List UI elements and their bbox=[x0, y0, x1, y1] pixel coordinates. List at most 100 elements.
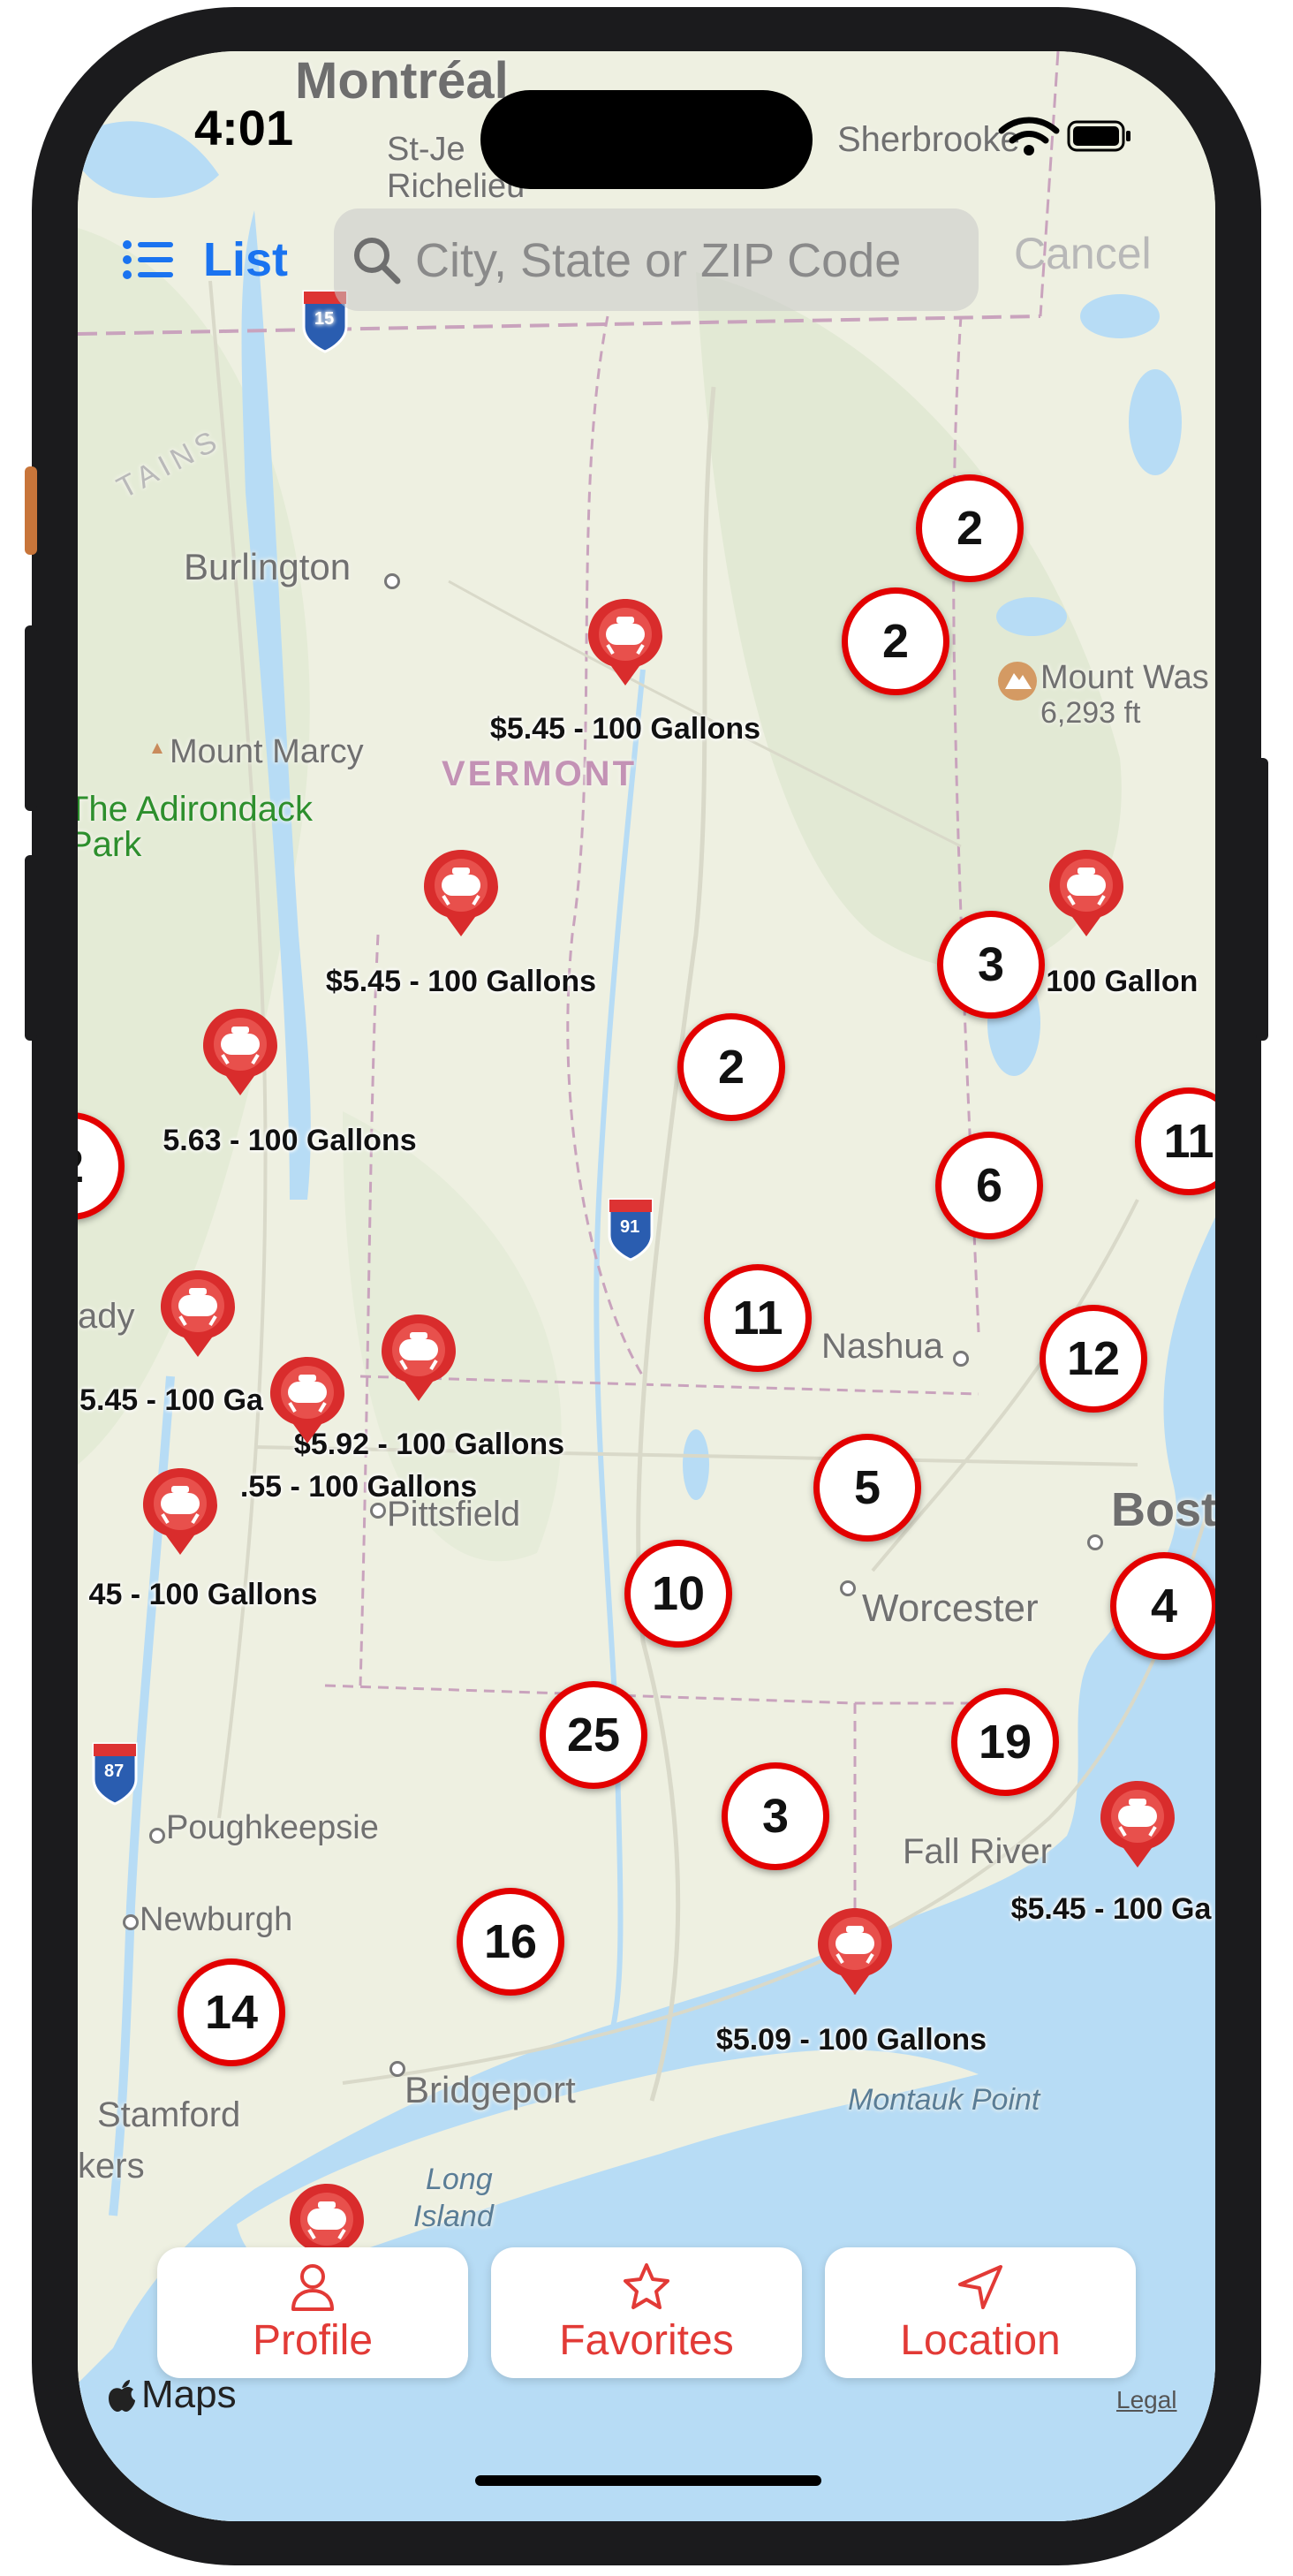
place-schenectady: ady bbox=[78, 1297, 135, 1336]
legal-link[interactable]: Legal bbox=[1116, 2386, 1177, 2414]
bottom-actions: Profile Favorites Location bbox=[78, 2247, 1215, 2389]
place-adirondack-park: Park bbox=[78, 825, 142, 864]
list-icon bbox=[123, 240, 173, 279]
worcester-dot bbox=[840, 1580, 856, 1596]
apple-icon bbox=[109, 2380, 135, 2412]
place-nashua: Nashua bbox=[821, 1327, 943, 1366]
cluster-marker[interactable]: 2 bbox=[916, 474, 1024, 582]
fuel-tank-pin[interactable] bbox=[422, 848, 500, 940]
search-input[interactable] bbox=[413, 226, 964, 295]
price-label[interactable]: .55 - 100 Gallons bbox=[240, 1470, 477, 1504]
fuel-tank-pin[interactable] bbox=[159, 1269, 237, 1360]
person-icon bbox=[291, 2263, 334, 2311]
fuel-tank-pin[interactable] bbox=[201, 1007, 279, 1099]
cluster-marker[interactable]: 2 bbox=[842, 587, 949, 695]
highway-15-label: 15 bbox=[314, 309, 335, 329]
cluster-marker[interactable]: 3 bbox=[722, 1762, 829, 1870]
price-label[interactable]: - 100 Gallon bbox=[1028, 965, 1198, 999]
dynamic-island bbox=[480, 90, 813, 189]
volume-up-button bbox=[25, 625, 37, 811]
nashua-dot bbox=[953, 1351, 969, 1367]
place-burlington: Burlington bbox=[184, 546, 352, 587]
price-label[interactable]: 5.63 - 100 Gallons bbox=[163, 1124, 416, 1158]
fuel-tank-pin[interactable] bbox=[1099, 1779, 1176, 1871]
volume-down-button bbox=[25, 855, 37, 1041]
bridgeport-dot bbox=[389, 2061, 405, 2077]
newburgh-dot bbox=[123, 1914, 139, 1930]
search-icon bbox=[354, 238, 401, 284]
cancel-button[interactable]: Cancel bbox=[1014, 228, 1152, 279]
pittsfield-dot bbox=[370, 1503, 386, 1519]
star-icon bbox=[624, 2262, 669, 2309]
cluster-marker[interactable]: 11 bbox=[704, 1264, 812, 1372]
fuel-tank-pin[interactable] bbox=[380, 1313, 457, 1405]
power-button bbox=[1256, 758, 1268, 1041]
maps-label: Maps bbox=[141, 2373, 237, 2416]
place-mount-washington-elevation: 6,293 ft bbox=[1040, 696, 1141, 730]
place-worcester: Worcester bbox=[862, 1587, 1039, 1630]
map[interactable] bbox=[78, 51, 1215, 2521]
status-time: 4:01 bbox=[194, 100, 294, 155]
screen: 15 91 87 Montréal St-Je Richelieu Sherbr… bbox=[78, 51, 1215, 2521]
place-vermont: VERMONT bbox=[442, 754, 637, 793]
place-poughkeepsie: Poughkeepsie bbox=[166, 1809, 379, 1846]
apple-maps-logo: Maps bbox=[106, 2373, 237, 2417]
profile-label: Profile bbox=[252, 2316, 374, 2364]
place-st-jean: St-Je bbox=[387, 131, 465, 168]
cluster-marker[interactable]: 6 bbox=[935, 1132, 1043, 1239]
price-label[interactable]: $5.45 - 100 Gallons bbox=[326, 965, 596, 999]
place-fall-river: Fall River bbox=[903, 1832, 1052, 1871]
favorites-label: Favorites bbox=[559, 2316, 734, 2364]
price-label[interactable]: 5.45 - 100 Ga bbox=[79, 1383, 263, 1418]
place-bridgeport: Bridgeport bbox=[405, 2069, 576, 2110]
place-yonkers: kers bbox=[78, 2147, 145, 2186]
battery-icon bbox=[1067, 120, 1130, 152]
price-label[interactable]: $5.09 - 100 Gallons bbox=[716, 2023, 987, 2057]
place-long: Long bbox=[426, 2163, 493, 2196]
mute-switch bbox=[25, 466, 37, 555]
location-arrow-icon bbox=[958, 2264, 1002, 2309]
list-label: List bbox=[203, 233, 289, 286]
cluster-marker[interactable]: 5 bbox=[813, 1434, 921, 1542]
fuel-tank-pin[interactable] bbox=[586, 597, 664, 689]
place-adirondack: The Adirondack bbox=[78, 790, 313, 829]
cluster-marker[interactable]: 10 bbox=[624, 1540, 732, 1648]
cluster-marker[interactable]: 3 bbox=[937, 911, 1045, 1019]
fuel-tank-pin[interactable] bbox=[141, 1466, 219, 1558]
cluster-marker[interactable]: 19 bbox=[951, 1688, 1059, 1796]
place-mount-washington: Mount Was bbox=[1040, 659, 1209, 696]
home-indicator[interactable] bbox=[475, 2475, 821, 2486]
status-icons bbox=[998, 117, 1130, 155]
fuel-tank-pin[interactable] bbox=[268, 1355, 346, 1447]
phone-frame: 15 91 87 Montréal St-Je Richelieu Sherbr… bbox=[25, 7, 1268, 2565]
boston-dot bbox=[1087, 1534, 1103, 1550]
cluster-marker[interactable]: 2 bbox=[677, 1013, 785, 1121]
place-newburgh: Newburgh bbox=[140, 1901, 293, 1938]
place-mount-marcy: Mount Marcy bbox=[170, 733, 364, 770]
highway-87-label: 87 bbox=[104, 1762, 125, 1781]
location-button[interactable]: Location bbox=[825, 2247, 1136, 2378]
list-button[interactable]: List bbox=[122, 224, 288, 295]
wifi-icon bbox=[998, 117, 1060, 155]
fuel-tank-pin[interactable] bbox=[816, 1906, 894, 1998]
cluster-marker[interactable]: 12 bbox=[1040, 1305, 1147, 1413]
cluster-marker[interactable]: 14 bbox=[178, 1959, 285, 2066]
place-island: Island bbox=[413, 2200, 494, 2233]
place-montauk-point: Montauk Point bbox=[848, 2083, 1040, 2117]
cluster-marker[interactable]: 25 bbox=[540, 1681, 647, 1789]
price-label[interactable]: $5.45 - 100 Ga bbox=[1011, 1892, 1212, 1927]
cluster-marker[interactable]: 16 bbox=[457, 1888, 564, 1996]
location-label: Location bbox=[900, 2316, 1061, 2364]
place-boston: Bost bbox=[1111, 1483, 1215, 1536]
search-bar[interactable] bbox=[334, 208, 979, 311]
highway-91-label: 91 bbox=[620, 1217, 640, 1237]
price-label[interactable]: $5.45 - 100 Gallons bbox=[490, 712, 760, 746]
place-stamford: Stamford bbox=[97, 2095, 241, 2134]
profile-button[interactable]: Profile bbox=[157, 2247, 468, 2378]
fuel-tank-pin[interactable] bbox=[1047, 848, 1125, 940]
place-montreal: Montréal bbox=[295, 52, 509, 110]
price-label[interactable]: 45 - 100 Gallons bbox=[89, 1578, 318, 1612]
poughkeepsie-dot bbox=[149, 1828, 165, 1844]
favorites-button[interactable]: Favorites bbox=[491, 2247, 802, 2378]
cluster-marker[interactable]: 4 bbox=[1110, 1552, 1215, 1660]
